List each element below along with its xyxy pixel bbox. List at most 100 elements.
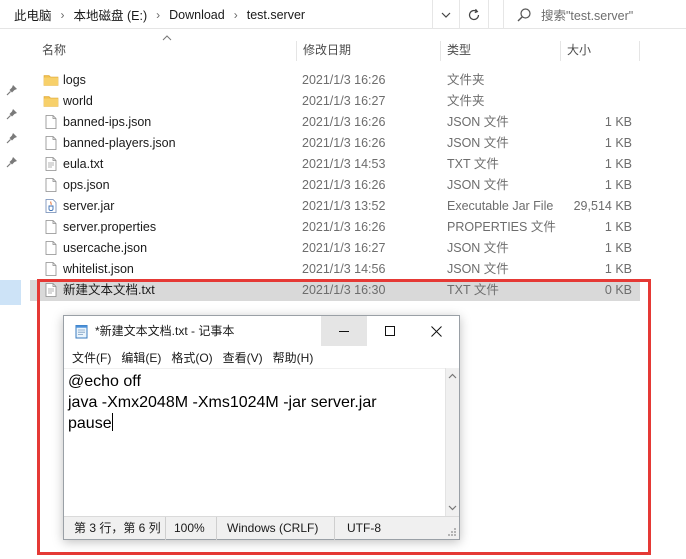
- folder-icon: [43, 93, 59, 109]
- pin-icon[interactable]: [6, 132, 18, 144]
- notepad-menu-bar: 文件(F) 编辑(E) 格式(O) 查看(V) 帮助(H): [64, 346, 323, 368]
- column-name[interactable]: 名称: [42, 38, 66, 62]
- status-cursor-position: 第 3 行，第 6 列: [64, 516, 166, 540]
- column-size[interactable]: 大小: [567, 38, 591, 62]
- search-icon: [517, 7, 531, 21]
- file-type: JSON 文件: [447, 178, 509, 192]
- column-divider[interactable]: [639, 41, 640, 61]
- file-row[interactable]: eula.txt 2021/1/3 14:53 TXT 文件 1 KB: [30, 154, 640, 175]
- scroll-down-icon[interactable]: [448, 503, 457, 512]
- file-date-modified: 2021/1/3 16:26: [302, 178, 386, 192]
- pin-icon[interactable]: [6, 156, 18, 168]
- status-line-ending: Windows (CRLF): [217, 516, 335, 540]
- file-icon: [43, 114, 59, 130]
- notepad-window: *新建文本文档.txt - 记事本 文件(F) 编辑(E) 格式(O) 查看(V…: [63, 315, 460, 540]
- chevron-right-icon[interactable]: ›: [147, 8, 169, 22]
- file-date-modified: 2021/1/3 14:53: [302, 157, 386, 171]
- navigation-pane: [0, 30, 30, 559]
- file-name: world: [63, 94, 93, 108]
- file-size: 1 KB: [604, 157, 632, 171]
- file-name: server.jar: [63, 199, 115, 213]
- file-date-modified: 2021/1/3 13:52: [302, 199, 386, 213]
- file-size: 1 KB: [604, 136, 632, 150]
- file-type: TXT 文件: [447, 283, 499, 297]
- file-name: ops.json: [63, 178, 110, 192]
- file-type: JSON 文件: [447, 115, 509, 129]
- notepad-title-bar[interactable]: *新建文本文档.txt - 记事本: [64, 316, 459, 346]
- file-name: eula.txt: [63, 157, 104, 171]
- file-size: 1 KB: [604, 241, 632, 255]
- file-type: JSON 文件: [447, 241, 509, 255]
- file-list: logs 2021/1/3 16:26 文件夹 world 2021/1/3 16:27…: [30, 70, 640, 301]
- notepad-app-icon: [75, 325, 88, 339]
- pin-icon[interactable]: [6, 108, 18, 120]
- breadcrumb-test-server[interactable]: test.server: [247, 8, 305, 22]
- file-row[interactable]: banned-ips.json 2021/1/3 16:26 JSON 文件 1 KB: [30, 112, 640, 133]
- close-button[interactable]: [413, 316, 459, 346]
- menu-help[interactable]: 帮助(H): [273, 349, 319, 366]
- refresh-button[interactable]: [459, 0, 489, 29]
- file-row[interactable]: 新建文本文档.txt 2021/1/3 16:30 TXT 文件 0 KB: [30, 280, 640, 301]
- file-name: 新建文本文档.txt: [63, 283, 155, 297]
- breadcrumb-this-pc[interactable]: 此电脑: [14, 5, 52, 24]
- menu-format[interactable]: 格式(O): [171, 349, 217, 366]
- menu-file[interactable]: 文件(F): [72, 349, 116, 366]
- text-caret: [111, 413, 113, 431]
- file-name: logs: [63, 73, 86, 87]
- file-row[interactable]: logs 2021/1/3 16:26 文件夹: [30, 70, 640, 91]
- file-type: 文件夹: [447, 73, 485, 87]
- chevron-right-icon[interactable]: ›: [225, 8, 247, 22]
- menu-edit[interactable]: 编辑(E): [121, 349, 166, 366]
- search-box[interactable]: 搜索"test.server": [503, 0, 686, 29]
- file-date-modified: 2021/1/3 16:30: [302, 283, 386, 297]
- column-type[interactable]: 类型: [447, 38, 471, 62]
- pin-icon[interactable]: [6, 84, 18, 96]
- resize-grip-icon[interactable]: [447, 527, 457, 537]
- chevron-right-icon[interactable]: ›: [52, 8, 74, 22]
- file-name: whitelist.json: [63, 262, 134, 276]
- nav-selected-item[interactable]: [0, 280, 21, 305]
- file-size: 1 KB: [604, 220, 632, 234]
- notepad-text-area[interactable]: @echo off java -Xmx2048M -Xms1024M -jar …: [64, 368, 445, 516]
- file-date-modified: 2021/1/3 16:27: [302, 94, 386, 108]
- minimize-icon: [339, 331, 349, 332]
- file-name: banned-players.json: [63, 136, 176, 150]
- file-row[interactable]: server.jar 2021/1/3 13:52 Executable Jar F…: [30, 196, 640, 217]
- file-row[interactable]: banned-players.json 2021/1/3 16:26 JSON 文件…: [30, 133, 640, 154]
- scroll-up-icon[interactable]: [448, 372, 457, 381]
- column-divider[interactable]: [440, 41, 441, 61]
- file-row[interactable]: ops.json 2021/1/3 16:26 JSON 文件 1 KB: [30, 175, 640, 196]
- file-name: usercache.json: [63, 241, 148, 255]
- file-row[interactable]: whitelist.json 2021/1/3 14:56 JSON 文件 1 KB: [30, 259, 640, 280]
- maximize-button[interactable]: [367, 316, 413, 346]
- breadcrumb-download[interactable]: Download: [169, 8, 225, 22]
- status-zoom: 100%: [166, 516, 217, 540]
- file-date-modified: 2021/1/3 16:26: [302, 115, 386, 129]
- breadcrumb-drive-e[interactable]: 本地磁盘 (E:): [74, 5, 148, 24]
- file-type: 文件夹: [447, 94, 485, 108]
- file-row[interactable]: server.properties 2021/1/3 16:26 PROPERTIE…: [30, 217, 640, 238]
- column-date-modified[interactable]: 修改日期: [303, 38, 351, 62]
- column-divider[interactable]: [296, 41, 297, 61]
- file-type: JSON 文件: [447, 136, 509, 150]
- address-history-dropdown[interactable]: [432, 0, 458, 29]
- notepad-status-bar: 第 3 行，第 6 列 100% Windows (CRLF) UTF-8: [64, 516, 459, 540]
- maximize-icon: [385, 326, 395, 336]
- file-size: 1 KB: [604, 178, 632, 192]
- file-icon: [43, 261, 59, 277]
- file-row[interactable]: world 2021/1/3 16:27 文件夹: [30, 91, 640, 112]
- column-divider[interactable]: [560, 41, 561, 61]
- menu-view[interactable]: 查看(V): [223, 349, 268, 366]
- vertical-scrollbar[interactable]: [445, 368, 459, 516]
- file-icon: [43, 177, 59, 193]
- file-type: Executable Jar File: [447, 199, 554, 213]
- file-date-modified: 2021/1/3 16:26: [302, 220, 386, 234]
- column-header-row: 名称 修改日期 类型 大小: [30, 35, 686, 62]
- text-file-icon: [43, 282, 59, 298]
- minimize-button[interactable]: [321, 316, 367, 346]
- file-size: 0 KB: [604, 283, 632, 297]
- file-row[interactable]: usercache.json 2021/1/3 16:27 JSON 文件 1 KB: [30, 238, 640, 259]
- text-file-icon: [43, 156, 59, 172]
- file-type: PROPERTIES 文件: [447, 220, 556, 234]
- search-input[interactable]: 搜索"test.server": [541, 5, 633, 24]
